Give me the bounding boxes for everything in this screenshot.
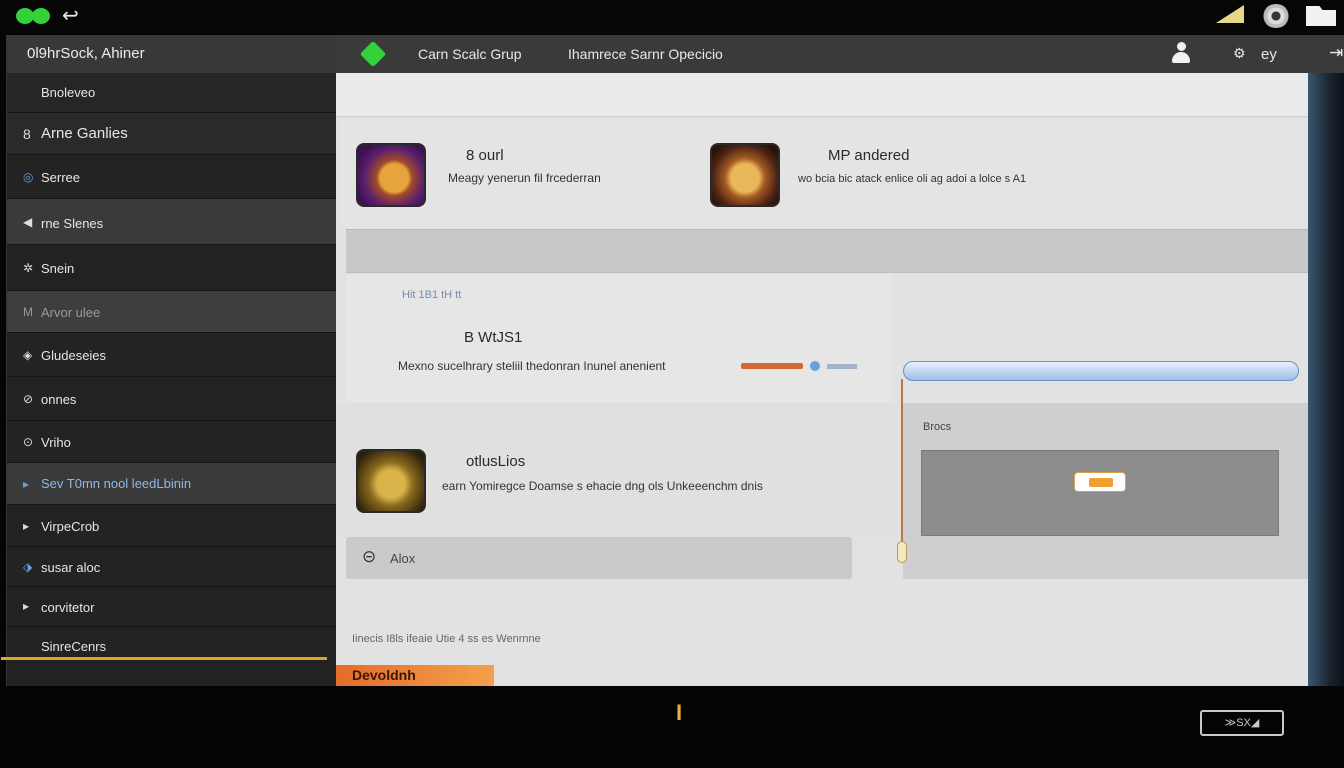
sidebar-item-label: onnes xyxy=(41,392,77,407)
card-title[interactable]: otlusLios xyxy=(466,453,525,470)
preview-box[interactable] xyxy=(921,450,1279,536)
progress-handle[interactable] xyxy=(810,361,820,371)
sidebar-item-2[interactable]: 8 Arne Ganlies xyxy=(7,113,337,155)
sidebar-item-label: VirpeCrob xyxy=(41,519,100,534)
sidebar-item-label: Gludeseies xyxy=(41,348,107,363)
sidebar-item-label: Vriho xyxy=(41,435,71,450)
sidebar-item-label: susar aloc xyxy=(41,560,101,575)
progress-bar-fill xyxy=(741,363,803,369)
card-row-3: otlusLios earn Yomiregce Doamse s ehacie… xyxy=(336,403,903,537)
brand-logo: ≫SX◢ xyxy=(1200,710,1284,736)
show-more-label: Alox xyxy=(390,551,416,566)
sidebar-item-label: Sev T0mn nool leedLbinin xyxy=(41,476,192,491)
developer-button[interactable]: Devoldnh xyxy=(336,665,494,686)
sidebar-item-8[interactable]: ⊘ onnes xyxy=(7,377,337,421)
active-indicator xyxy=(1,657,327,660)
folder-icon[interactable] xyxy=(1306,6,1336,26)
sidebar-item-10[interactable]: ▸ Sev T0mn nool leedLbinin xyxy=(7,463,337,505)
sidebar-item-label: corvitetor xyxy=(41,600,95,615)
sidebar-item-11[interactable]: ▸ VirpeCrob xyxy=(7,505,337,547)
breadcrumb[interactable]: Hit 1B1 tH tt xyxy=(402,289,461,301)
header-tab-1[interactable]: Carn Scalc Grup xyxy=(418,46,521,62)
card-title[interactable]: MP andered xyxy=(828,147,909,164)
panel-label: Brocs xyxy=(923,421,952,433)
details-panel: Brocs xyxy=(903,403,1308,579)
show-more-row[interactable]: ⊝ Alox xyxy=(346,537,852,579)
chevron-right-icon: ▸ xyxy=(23,599,30,613)
card-row-2: Hit 1B1 tH tt B WtJS1 Mexno sucelhrary s… xyxy=(346,275,892,403)
sidebar-item-9[interactable]: ⊙ Vriho xyxy=(7,421,337,463)
shield-icon: ◈ xyxy=(23,348,33,362)
circle-slash-icon: ⊘ xyxy=(23,392,34,406)
game-thumbnail[interactable] xyxy=(356,449,426,513)
card-row-1: 8 ourl Meagy yenerun fil frcederran MP a… xyxy=(340,119,1308,229)
globe-icon: ◎ xyxy=(23,170,34,184)
sidebar-item-13[interactable]: ▸ corvitetor xyxy=(7,587,337,627)
snowflake-icon: ✲ xyxy=(23,261,34,275)
sidebar-item-1[interactable]: Bnoleveo xyxy=(7,73,337,113)
app-gem-icon[interactable] xyxy=(359,40,387,68)
chevron-right-icon: ▸ xyxy=(23,519,30,533)
card-title[interactable]: B WtJS1 xyxy=(464,329,522,346)
header-bar: Carn Scalc Grup Ihamrece Sarnr Opecicio … xyxy=(336,35,1344,73)
settings-gear-icon[interactable] xyxy=(1262,4,1290,28)
game-thumbnail[interactable] xyxy=(356,143,426,207)
sidebar-item-6[interactable]: M Arvor ulee xyxy=(7,291,337,333)
collapse-icon: ⊝ xyxy=(362,547,377,566)
sidebar-item-label: rne Slenes xyxy=(41,216,104,231)
user-icon[interactable] xyxy=(1172,42,1190,64)
main-content: 8 ourl Meagy yenerun fil frcederran MP a… xyxy=(336,73,1308,686)
card-desc: Mexno sucelhrary steliil thedonran Inune… xyxy=(398,359,666,373)
sidebar-item-14[interactable]: SinreCenrs xyxy=(7,627,337,659)
sidebar-item-4[interactable]: ◀ rne Slenes xyxy=(7,199,337,245)
header-key-label[interactable]: ey xyxy=(1261,46,1277,63)
exit-icon[interactable]: ⇥ xyxy=(1329,43,1343,63)
vertical-slider-handle[interactable] xyxy=(897,541,907,563)
bottom-bar: I ≫SX◢ xyxy=(0,686,1344,768)
sidebar-item-12[interactable]: ⬗ susar aloc xyxy=(7,547,337,587)
sidebar-item-3[interactable]: ◎ Serree xyxy=(7,155,337,199)
sidebar-item-5[interactable]: ✲ Snein xyxy=(7,245,337,291)
sidebar-item-label: SinreCenrs xyxy=(41,639,107,654)
sidebar-icon: 8 xyxy=(23,126,31,142)
back-arrow-icon[interactable]: ↩ xyxy=(62,5,90,27)
warning-icon[interactable] xyxy=(1216,5,1244,23)
arrow-left-icon: ◀ xyxy=(23,215,33,229)
pin-icon: ⬗ xyxy=(23,560,33,574)
sidebar-item-label: Snein xyxy=(41,261,75,276)
card-desc: Meagy yenerun fil frcederran xyxy=(448,171,601,185)
header-tab-2[interactable]: Ihamrece Sarnr Opecicio xyxy=(568,46,723,62)
gear-icon[interactable]: ⚙ xyxy=(1233,45,1246,62)
top-bar: ↩ xyxy=(0,0,1344,34)
app-logo-icon[interactable] xyxy=(16,8,50,24)
text-cursor-icon: I xyxy=(676,700,683,725)
horizontal-slider[interactable] xyxy=(903,361,1299,381)
chevron-right-icon: ▸ xyxy=(23,477,30,491)
progress-bar-rest xyxy=(827,364,857,369)
card-desc: wo bcia bic atack enlice oli ag adoi a l… xyxy=(798,173,1027,185)
sidebar-title: 0l9hrSock, Ahiner xyxy=(7,35,337,73)
sidebar: 0l9hrSock, Ahiner Bnoleveo 8 Arne Ganlie… xyxy=(1,35,337,686)
sidebar-item-label: Bnoleveo xyxy=(41,85,96,100)
content-toolbar xyxy=(336,73,1308,117)
card-desc: earn Yomiregce Doamse s ehacie dng ols U… xyxy=(442,479,763,493)
sidebar-item-label: Serree xyxy=(41,170,81,185)
vertical-slider-track xyxy=(901,379,903,559)
sidebar-item-label: Arne Ganlies xyxy=(41,125,128,142)
card-title[interactable]: 8 ourl xyxy=(466,147,504,164)
sidebar-item-7[interactable]: ◈ Gludeseies xyxy=(7,333,337,377)
target-icon: ⊙ xyxy=(23,435,34,449)
battery-icon xyxy=(1074,472,1126,492)
mail-icon: M xyxy=(23,305,33,319)
background-edge xyxy=(1308,73,1344,686)
footer-status-text: Iinecis I8ls ifeaie Utie 4 ss es Wenrnne xyxy=(352,633,541,645)
game-thumbnail[interactable] xyxy=(710,143,780,207)
section-divider-band xyxy=(346,229,1308,273)
sidebar-item-label: Arvor ulee xyxy=(41,305,101,320)
